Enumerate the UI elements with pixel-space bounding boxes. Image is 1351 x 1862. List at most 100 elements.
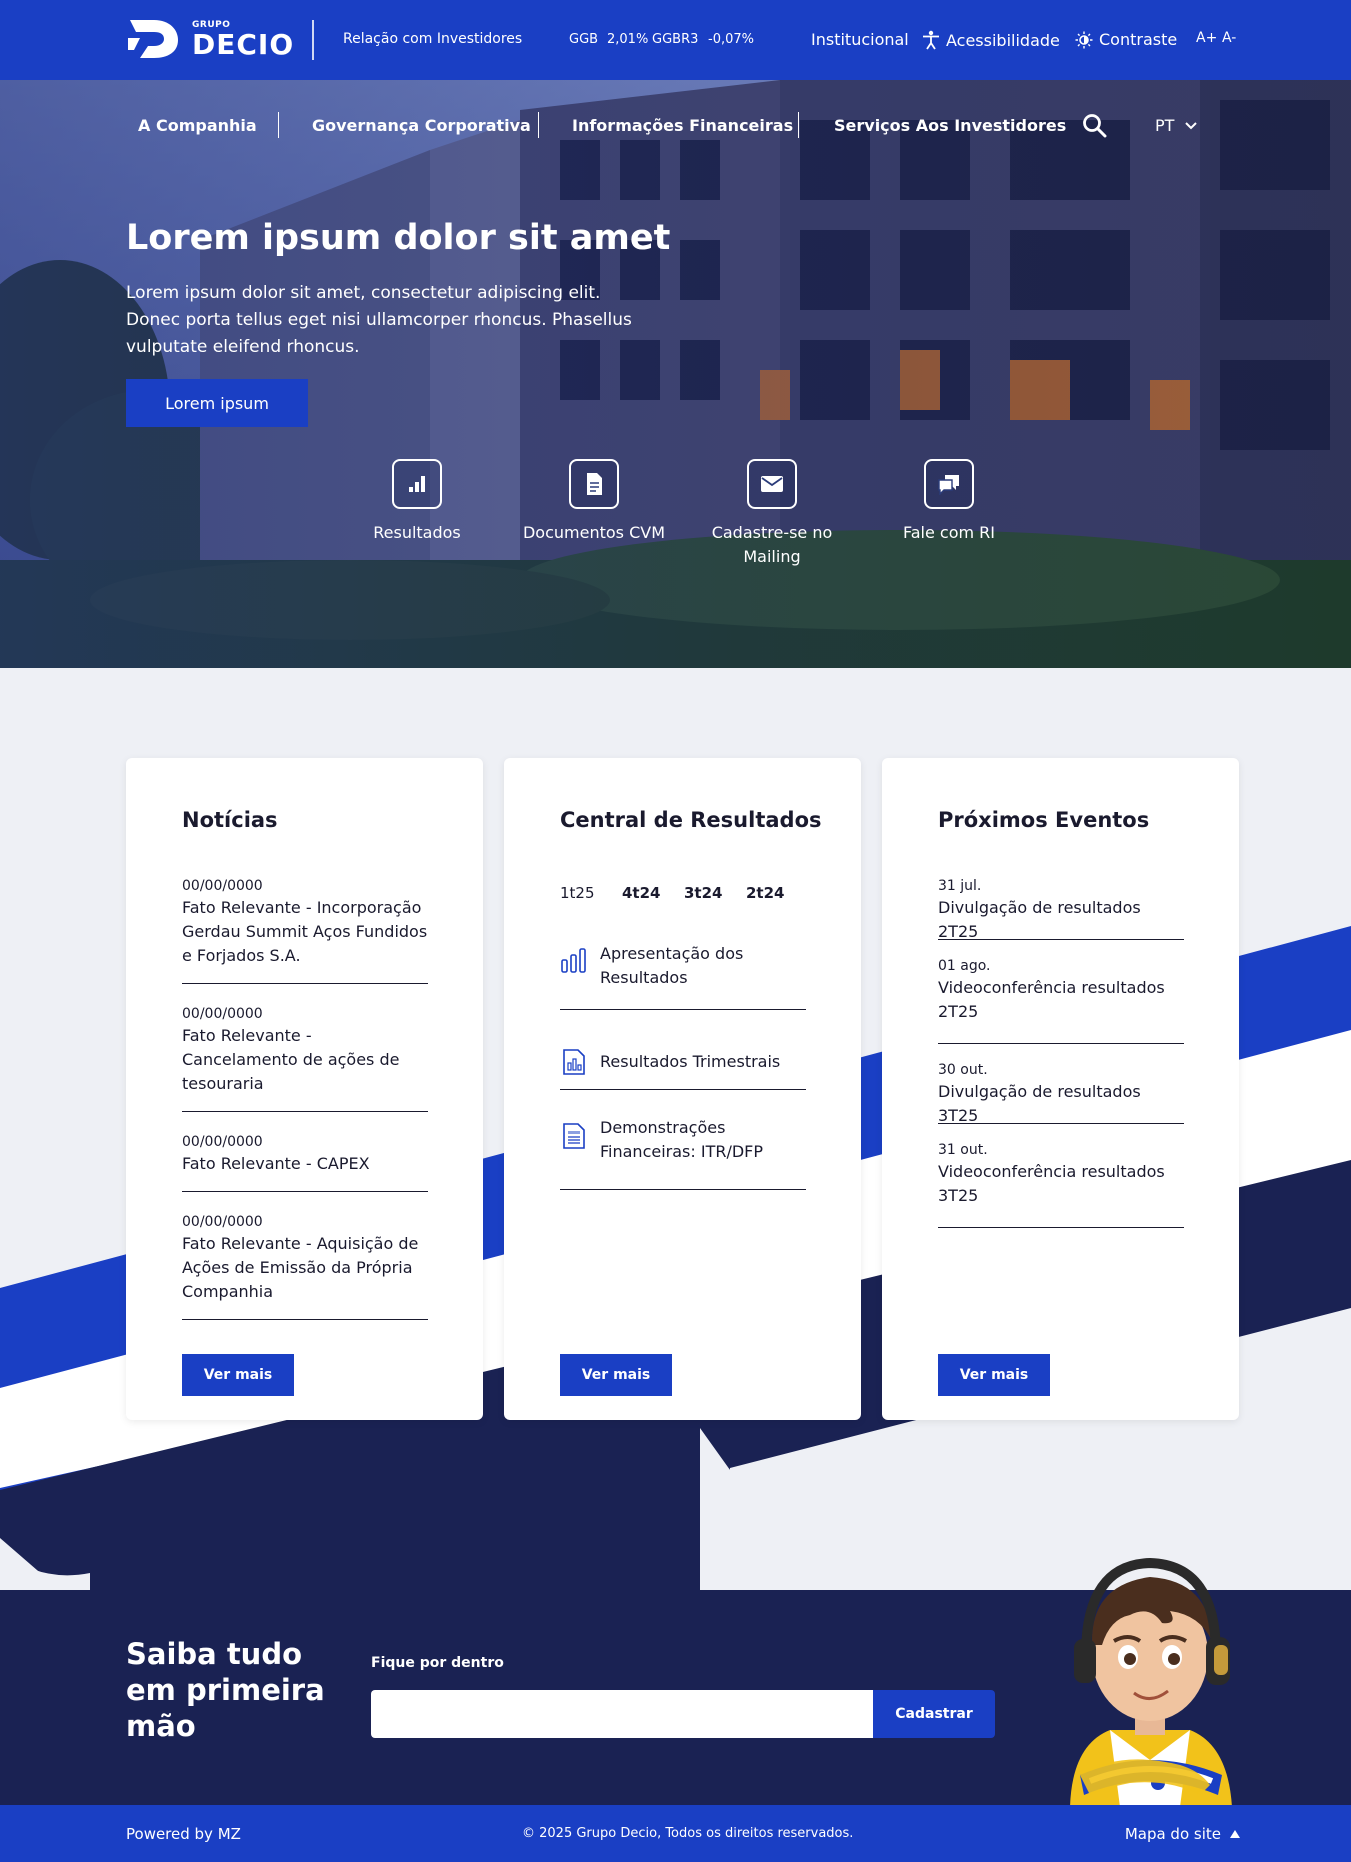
document-icon — [569, 459, 619, 509]
mascot-image — [1070, 1557, 1232, 1807]
hero: A Companhia Governança Corporativa Infor… — [0, 80, 1351, 668]
event-item[interactable]: 30 out. Divulgação de resultados 3T25 — [938, 1062, 1184, 1125]
results-item-label: Apresentação dos Resultados — [600, 944, 744, 987]
shortcut-label: Cadastre-se no Mailing — [711, 523, 833, 566]
contrast-icon — [1075, 31, 1093, 48]
news-title: Fato Relevante - Incorporação Gerdau Sum… — [182, 898, 428, 965]
top-bar: GRUPO DECIO Relação com Investidores GGB… — [0, 0, 1351, 80]
shortcut-resultados[interactable]: Resultados — [327, 459, 507, 545]
ticker-symbol: GGBR3 — [652, 32, 699, 47]
nav-item-companhia[interactable]: A Companhia — [138, 116, 257, 135]
hero-title: Lorem ipsum dolor sit amet — [126, 218, 671, 258]
nav-item-governanca[interactable]: Governança Corporativa — [312, 116, 531, 135]
news-item[interactable]: 00/00/0000 Fato Relevante - Cancelamento… — [182, 1006, 428, 1112]
news-title: Fato Relevante - Cancelamento de ações d… — [182, 1026, 400, 1093]
news-date: 00/00/0000 — [182, 1134, 263, 1150]
contrast-label: Contraste — [1099, 30, 1178, 49]
hero-overlay — [0, 80, 1351, 668]
sitemap-label: Mapa do site — [1124, 1825, 1221, 1843]
events-card-title: Próximos Eventos — [938, 808, 1150, 832]
event-date: 31 jul. — [938, 878, 982, 894]
nav-separator — [798, 112, 799, 138]
quarter-tab[interactable]: 2t24 — [746, 884, 784, 902]
results-item-label: Demonstrações Financeiras: ITR/DFP — [600, 1118, 764, 1161]
event-item[interactable]: 31 jul. Divulgação de resultados 2T25 — [938, 878, 1184, 941]
newsletter-title: Saiba tudo em primeira mão — [126, 1637, 325, 1743]
events-card: Próximos Eventos 31 jul. Divulgação de r… — [882, 758, 1239, 1420]
chat-icon — [924, 459, 974, 509]
logo[interactable]: GRUPO DECIO — [126, 16, 293, 61]
event-title: Videoconferência resultados 3T25 — [938, 1162, 1165, 1205]
event-item[interactable]: 31 out. Videoconferência resultados 3T25 — [938, 1142, 1184, 1228]
shortcut-label: Fale com RI — [902, 523, 995, 542]
newsletter-label: Fique por dentro — [371, 1655, 504, 1671]
logo-mark-icon — [128, 20, 178, 58]
hero-cta-button[interactable]: Lorem ipsum — [126, 379, 308, 427]
quarter-tab[interactable]: 3t24 — [684, 884, 722, 902]
nav-item-informacoes[interactable]: Informações Financeiras — [572, 116, 793, 135]
news-card: Notícias 00/00/0000 Fato Relevante - Inc… — [126, 758, 483, 1420]
news-title: Fato Relevante - CAPEX — [182, 1154, 370, 1173]
language-label: PT — [1155, 116, 1175, 135]
font-increase-button[interactable]: A+ — [1196, 30, 1217, 46]
shortcut-mailing[interactable]: Cadastre-se no Mailing — [681, 459, 863, 569]
envelope-icon — [747, 459, 797, 509]
news-see-more-button[interactable]: Ver mais — [182, 1354, 294, 1396]
events-see-more-button[interactable]: Ver mais — [938, 1354, 1050, 1396]
nav-item-servicos[interactable]: Serviços Aos Investidores — [834, 116, 1066, 135]
contrast-link[interactable]: Contraste — [1075, 30, 1177, 49]
sitemap-link[interactable]: Mapa do site — [1125, 1825, 1241, 1843]
report-chart-icon — [563, 1048, 585, 1075]
institucional-link[interactable]: Institucional — [811, 30, 909, 49]
shortcut-documentos-cvm[interactable]: Documentos CVM — [504, 459, 684, 545]
language-selector[interactable]: PT — [1155, 116, 1198, 135]
results-item[interactable]: Apresentação dos Resultados — [560, 942, 806, 1010]
ri-label[interactable]: Relação com Investidores — [343, 31, 522, 47]
news-item[interactable]: 00/00/0000 Fato Relevante - CAPEX — [182, 1134, 428, 1192]
event-title: Divulgação de resultados 3T25 — [938, 1082, 1141, 1125]
search-icon[interactable] — [1082, 113, 1108, 139]
results-item-label: Resultados Trimestrais — [600, 1051, 781, 1071]
nav-separator — [538, 112, 539, 138]
shortcut-label: Resultados — [373, 523, 461, 542]
powered-by-link[interactable]: Powered by MZ — [126, 1825, 241, 1843]
ticker-symbol: GGB — [569, 32, 599, 47]
bar-chart-icon — [561, 948, 586, 973]
news-date: 00/00/0000 — [182, 1214, 263, 1230]
results-item[interactable]: Demonstrações Financeiras: ITR/DFP — [560, 1116, 806, 1190]
accessibility-link[interactable]: Acessibilidade — [922, 30, 1060, 50]
results-card-title: Central de Resultados — [560, 808, 822, 832]
font-decrease-button[interactable]: A- — [1222, 30, 1236, 46]
spreadsheet-icon — [563, 1123, 585, 1149]
news-title: Fato Relevante - Aquisição de Ações de E… — [182, 1234, 419, 1301]
event-item[interactable]: 01 ago. Videoconferência resultados 2T25 — [938, 958, 1184, 1044]
shortcut-fale-com-ri[interactable]: Fale com RI — [859, 459, 1039, 545]
footer: Powered by MZ © 2025 Grupo Decio, Todos … — [0, 1805, 1351, 1862]
event-date: 30 out. — [938, 1062, 988, 1078]
event-title: Videoconferência resultados 2T25 — [938, 978, 1165, 1021]
newsletter-section: Saiba tudo em primeira mão Fique por den… — [0, 1557, 1351, 1807]
news-item[interactable]: 00/00/0000 Fato Relevante - Incorporação… — [182, 878, 428, 984]
copyright-text: © 2025 Grupo Decio, Todos os direitos re… — [522, 1826, 854, 1841]
event-date: 01 ago. — [938, 958, 991, 974]
news-item[interactable]: 00/00/0000 Fato Relevante - Aquisição de… — [182, 1214, 428, 1320]
results-see-more-button[interactable]: Ver mais — [560, 1354, 672, 1396]
news-date: 00/00/0000 — [182, 1006, 263, 1022]
chevron-down-icon — [1185, 121, 1198, 129]
results-item[interactable]: Resultados Trimestrais — [560, 1034, 806, 1090]
event-date: 31 out. — [938, 1142, 988, 1158]
news-card-title: Notícias — [182, 808, 278, 832]
newsletter-email-input[interactable] — [371, 1690, 873, 1738]
nav-separator — [278, 112, 279, 138]
bar-chart-icon — [392, 459, 442, 509]
ticker-change: -0,07% — [708, 32, 754, 47]
event-title: Divulgação de resultados 2T25 — [938, 898, 1141, 941]
ticker-change: 2,01% — [607, 32, 649, 47]
logo-name: DECIO — [192, 28, 295, 61]
main-content: Notícias 00/00/0000 Fato Relevante - Inc… — [0, 668, 1351, 1590]
quarter-tab[interactable]: 1t25 — [560, 884, 595, 902]
hero-text: Lorem ipsum dolor sit amet, consectetur … — [126, 283, 632, 357]
shortcut-label: Documentos CVM — [522, 523, 666, 542]
quarter-tab[interactable]: 4t24 — [622, 884, 660, 902]
newsletter-subscribe-button[interactable]: Cadastrar — [873, 1690, 995, 1738]
